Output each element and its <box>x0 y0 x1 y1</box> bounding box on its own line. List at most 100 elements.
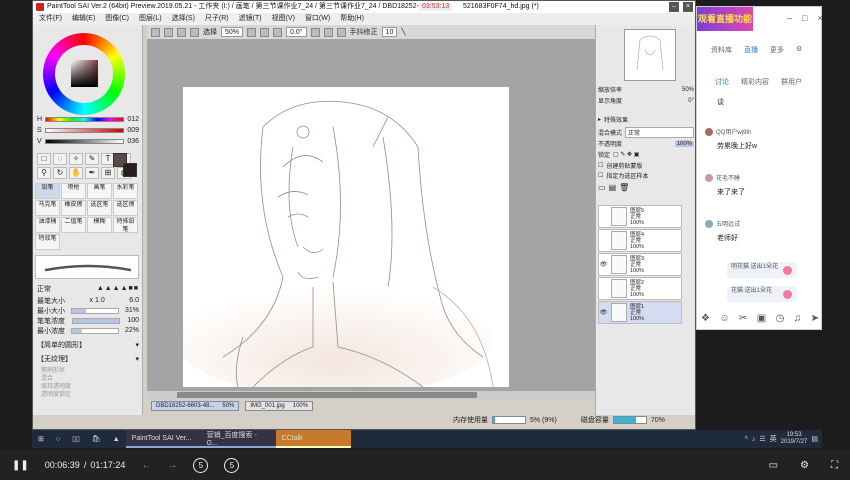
menu-filter[interactable]: 滤镜(T) <box>239 13 262 25</box>
brush-airbrush[interactable]: 喷枪 <box>61 183 86 199</box>
eye-icon[interactable]: 👁 <box>599 262 608 268</box>
brush-special-pencil[interactable]: 特殊铅笔 <box>113 217 138 233</box>
brush-watercolor[interactable]: 水彩笔 <box>113 183 138 199</box>
lock-icons[interactable]: ▢ ✎ ✥ ▣ <box>613 151 639 158</box>
undo-icon[interactable] <box>151 27 160 37</box>
min-density-row[interactable]: 最小浓度 22% <box>37 326 139 335</box>
pause-icon[interactable]: ❚❚ <box>12 460 29 471</box>
history-icon[interactable]: ◷ <box>776 313 785 324</box>
brush-blur[interactable]: 模糊 <box>87 217 112 233</box>
deselect-icon[interactable] <box>177 27 186 37</box>
previous-icon[interactable]: ← <box>141 460 151 471</box>
tab-live[interactable]: 直播 <box>744 45 758 55</box>
tab-more[interactable]: 更多 <box>770 45 784 55</box>
zoom-icon[interactable]: ⚲ <box>37 167 51 179</box>
min-size-bar[interactable] <box>70 307 119 314</box>
hue-slider[interactable]: H 012 <box>37 115 139 123</box>
eye-icon[interactable]: 👁 <box>599 310 608 316</box>
menu-window[interactable]: 窗口(W) <box>305 13 330 25</box>
layer-item[interactable]: 图层5 正常 100% <box>598 205 682 228</box>
emoji-icon[interactable]: ☺ <box>719 313 729 324</box>
gift-icon[interactable]: ❖ <box>701 313 710 324</box>
subtab-members[interactable]: 群用户 <box>781 77 802 87</box>
menu-select[interactable]: 选择(S) <box>172 13 195 25</box>
horizontal-scrollbar[interactable] <box>147 391 617 399</box>
layer-item[interactable]: 图层4 正常 100% <box>598 229 682 252</box>
value-slider[interactable]: V 036 <box>37 137 139 145</box>
menu-image[interactable]: 图像(C) <box>105 13 129 25</box>
navigator-angle-row[interactable]: 显示角度 0° <box>598 96 694 106</box>
live-banner[interactable]: 观看直播功能 <box>697 7 753 31</box>
hand-icon[interactable]: ✋ <box>69 167 83 179</box>
line-tool-icon[interactable]: ╲ <box>401 28 405 36</box>
clock[interactable]: 19:53 2019/7/27 <box>781 432 808 446</box>
drawing-canvas[interactable] <box>173 87 509 397</box>
rect-select-icon[interactable]: □ <box>37 153 51 165</box>
notification-icon[interactable]: ▤ <box>811 435 818 443</box>
clip-mask-checkbox[interactable]: ☐ 创建剪贴蒙版 <box>598 161 694 170</box>
scissors-icon[interactable]: ✂ <box>739 313 747 324</box>
doc-tab[interactable]: IMG_001.jpg 100% <box>245 401 314 411</box>
stabilizer-field[interactable]: 10 <box>381 27 398 37</box>
new-layer-icon[interactable]: ▭ <box>598 183 606 192</box>
eyedropper-icon[interactable]: ✎ <box>85 153 99 165</box>
tray-arrow-icon[interactable]: ^ <box>745 436 748 443</box>
blend-mode-select[interactable]: 混合模式 正常 <box>598 127 694 138</box>
delete-layer-icon[interactable]: 🗑 <box>619 183 629 192</box>
brush-fill[interactable]: 油漆桶 <box>35 217 60 233</box>
minimize-icon[interactable]: – <box>787 13 792 23</box>
menu-layer[interactable]: 图层(L) <box>139 13 162 25</box>
saturation-slider[interactable]: S 009 <box>37 126 139 134</box>
pen-icon[interactable]: ✒ <box>85 167 99 179</box>
brush-pencil[interactable]: 铅笔 <box>35 183 60 199</box>
redo-icon[interactable] <box>164 27 173 37</box>
store-icon[interactable]: 🛍 <box>86 430 107 448</box>
task-view-icon[interactable]: ▯▯ <box>66 430 86 448</box>
brush-marker[interactable]: 马克笔 <box>35 200 60 216</box>
opacity-row[interactable]: 不透明度 100% <box>598 139 694 148</box>
maximize-icon[interactable]: □ <box>802 13 807 23</box>
speaker-icon[interactable]: ♪ <box>752 436 756 443</box>
rotate-icon[interactable]: ↻ <box>53 167 67 179</box>
network-icon[interactable]: ☰ <box>759 435 765 443</box>
subtitle-icon[interactable]: ▭ <box>769 460 778 471</box>
lasso-icon[interactable]: ◌ <box>53 153 67 165</box>
zoom-reset-icon[interactable] <box>273 27 283 37</box>
brush-shape-dropdown[interactable]: 【简单的圆形】 ▾ <box>37 340 139 349</box>
menu-ruler[interactable]: 尺子(R) <box>205 13 229 25</box>
zoom-in-icon[interactable] <box>260 27 270 37</box>
close-button[interactable]: × <box>683 2 693 12</box>
blend-mode-row[interactable]: 正常 ▲▲▲▲■■ <box>37 284 139 293</box>
next-icon[interactable]: → <box>167 460 177 471</box>
search-icon[interactable]: ○ <box>50 430 66 448</box>
menu-edit[interactable]: 编辑(E) <box>72 13 95 25</box>
image-icon[interactable]: ▣ <box>757 313 766 324</box>
menu-view[interactable]: 视图(V) <box>272 13 295 25</box>
windows-start-icon[interactable]: ⊞ <box>32 430 50 448</box>
zoom-out-icon[interactable] <box>247 27 257 37</box>
ime-indicator[interactable]: 英 <box>770 434 777 444</box>
density-bar[interactable] <box>72 317 121 324</box>
close-icon[interactable]: × <box>817 13 822 23</box>
layer-item-selected[interactable]: 👁 图层1 正常 100% <box>598 301 682 324</box>
navigator-thumbnail[interactable] <box>624 29 676 81</box>
settings-icon[interactable]: ⚙ <box>796 45 802 55</box>
doc-tab-active[interactable]: DBD18252-6603-48... 50% <box>151 401 240 411</box>
magic-wand-icon[interactable]: ✧ <box>69 153 83 165</box>
sample-checkbox[interactable]: ☐ 指定为选区样本 <box>598 171 694 180</box>
bell-icon[interactable]: ♫ <box>794 313 802 324</box>
brush-select-eraser[interactable]: 选区擦 <box>113 200 138 216</box>
ruler-icon[interactable]: ⊞ <box>101 167 115 179</box>
settings-icon[interactable]: ⚙ <box>800 460 809 471</box>
flip-icon[interactable] <box>336 27 346 37</box>
texture-dropdown[interactable]: 【无纹理】 ▾ <box>37 354 139 363</box>
min-density-bar[interactable] <box>70 327 119 334</box>
rotate-left-icon[interactable] <box>310 27 320 37</box>
brush-brush[interactable]: 画笔 <box>87 183 112 199</box>
tab-library[interactable]: 资料库 <box>711 45 732 55</box>
brush-binary[interactable]: 二值笔 <box>61 217 86 233</box>
canvas-area[interactable] <box>147 39 627 399</box>
brush-effect[interactable]: 特效笔 <box>35 234 60 250</box>
brush-tip-shapes[interactable]: ▲▲▲▲■■ <box>97 285 139 292</box>
brush-select-pen[interactable]: 选区笔 <box>87 200 112 216</box>
